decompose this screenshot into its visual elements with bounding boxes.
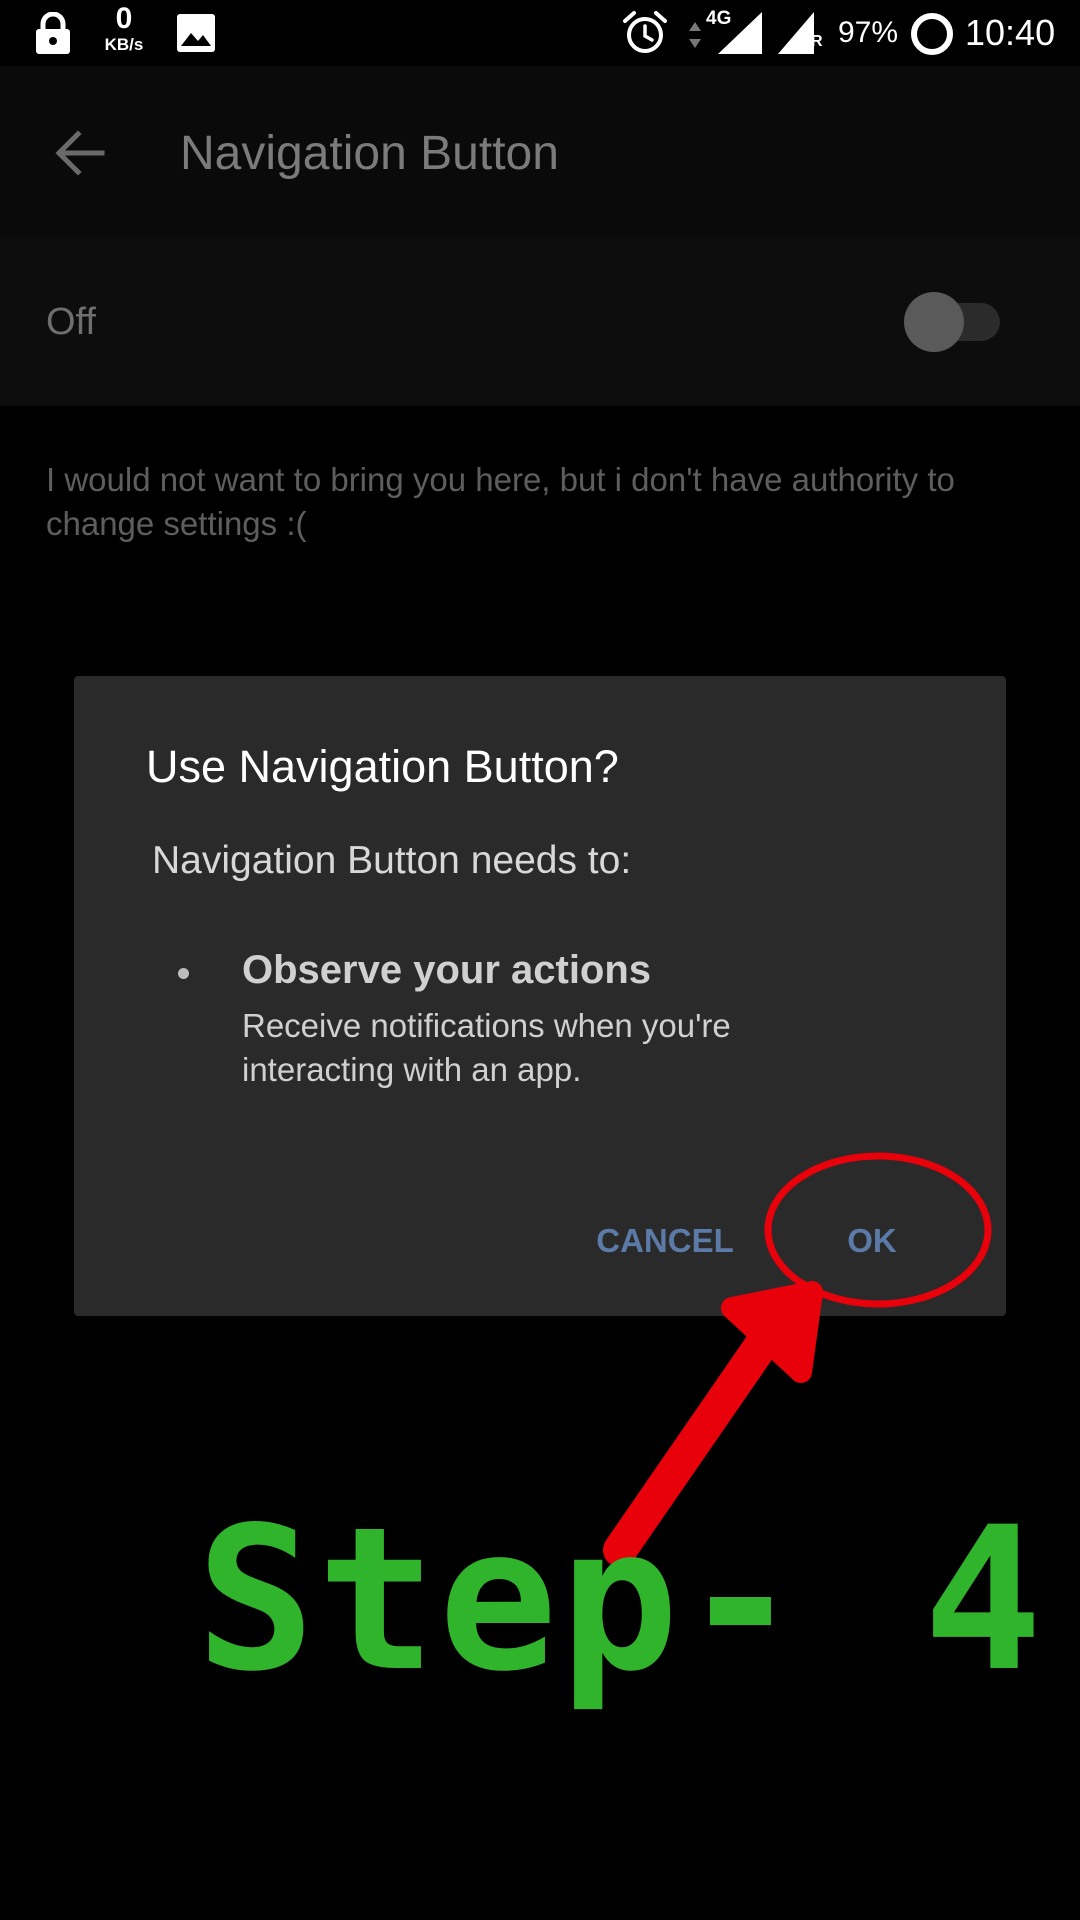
- status-bar: 0 KB/s 4G R 97% 10:40: [0, 0, 1080, 66]
- step-label: Step- 4: [196, 1484, 1045, 1715]
- permission-title: Observe your actions: [242, 948, 652, 992]
- clock: 10:40: [965, 12, 1056, 53]
- battery-percent: 97%: [838, 16, 899, 49]
- cancel-button[interactable]: CANCEL: [590, 1206, 740, 1276]
- roaming-indicator: R: [811, 33, 823, 50]
- image-icon: [177, 14, 215, 52]
- ok-button[interactable]: OK: [822, 1206, 922, 1276]
- data-arrows-icon: [689, 22, 701, 48]
- lock-icon: [36, 12, 70, 54]
- master-switch-label: Off: [46, 301, 96, 343]
- network-speed-unit: KB/s: [104, 35, 144, 54]
- dialog-title: Use Navigation Button?: [146, 741, 619, 792]
- page-title: Navigation Button: [180, 127, 559, 180]
- network-speed-value: 0: [115, 2, 133, 35]
- permission-bullet: [178, 968, 189, 979]
- battery-ring-icon: [911, 13, 953, 55]
- alarm-icon: [623, 11, 667, 53]
- permission-description: Receive notifications when you're intera…: [242, 1007, 731, 1088]
- arrow-back-icon[interactable]: [52, 125, 108, 181]
- network-speed: 0 KB/s: [92, 2, 156, 54]
- description-text: I would not want to bring you here, but …: [46, 461, 955, 542]
- master-switch-thumb[interactable]: [904, 292, 964, 352]
- permission-dialog: Use Navigation Button? Navigation Button…: [74, 676, 1006, 1316]
- signal-icon: [718, 12, 762, 54]
- dialog-subtitle: Navigation Button needs to:: [152, 839, 632, 882]
